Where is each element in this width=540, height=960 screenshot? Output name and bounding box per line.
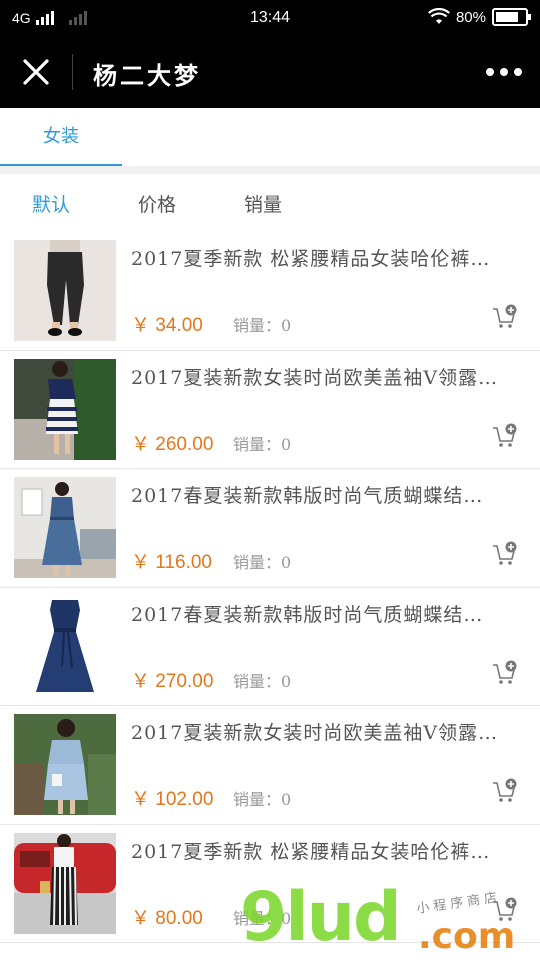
tab-womens-clothing[interactable]: 女装 bbox=[0, 108, 122, 166]
add-to-cart-icon bbox=[493, 660, 517, 684]
product-sales: 销量：0 bbox=[233, 908, 292, 928]
add-to-cart-button[interactable] bbox=[492, 897, 518, 923]
product-image[interactable] bbox=[14, 595, 116, 697]
add-to-cart-button[interactable] bbox=[492, 541, 518, 567]
wifi-icon bbox=[428, 8, 450, 24]
status-bar: 4G 13:44 80% bbox=[0, 0, 540, 36]
product-item[interactable]: 2017夏季新款 松紧腰精品女装哈伦裤… ￥ 80.00 销量：0 bbox=[0, 824, 540, 943]
product-title: 2017夏季新款 松紧腰精品女装哈伦裤… bbox=[131, 248, 491, 270]
product-price: ￥ 270.00 bbox=[131, 670, 214, 692]
add-to-cart-icon bbox=[493, 541, 517, 565]
product-sales: 销量：0 bbox=[233, 434, 292, 454]
product-image[interactable] bbox=[14, 477, 116, 578]
close-icon bbox=[23, 59, 49, 85]
sort-default[interactable]: 默认 bbox=[32, 190, 70, 217]
add-to-cart-icon bbox=[493, 778, 517, 802]
product-title: 2017春夏装新款韩版时尚气质蝴蝶结… bbox=[131, 485, 484, 507]
product-item[interactable]: 2017夏装新款女装时尚欧美盖袖V领露… ￥ 102.00 销量：0 bbox=[0, 706, 540, 825]
product-title: 2017春夏装新款韩版时尚气质蝴蝶结… bbox=[131, 603, 484, 626]
product-sales: 销量：0 bbox=[233, 671, 292, 691]
product-item[interactable]: 2017春夏装新款韩版时尚气质蝴蝶结… ￥ 270.00 销量：0 bbox=[0, 587, 540, 706]
product-sales: 销量：0 bbox=[233, 553, 292, 572]
battery-percent: 80% bbox=[455, 8, 486, 26]
product-price: ￥ 102.00 bbox=[131, 789, 214, 810]
product-list: 2017夏季新款 松紧腰精品女装哈伦裤… ￥ 34.00 销量：0 2017夏装… bbox=[0, 232, 540, 943]
add-to-cart-button[interactable] bbox=[492, 304, 518, 330]
sort-price[interactable]: 价格 bbox=[138, 190, 176, 217]
product-sales: 销量：0 bbox=[233, 790, 292, 809]
nav-divider bbox=[72, 54, 73, 90]
sort-sales[interactable]: 销量 bbox=[244, 190, 282, 217]
add-to-cart-icon bbox=[493, 423, 517, 447]
add-to-cart-icon bbox=[493, 897, 517, 921]
product-item[interactable]: 2017夏装新款女装时尚欧美盖袖V领露… ￥ 260.00 销量：0 bbox=[0, 350, 540, 469]
sort-bar: 默认 价格 销量 bbox=[0, 174, 540, 232]
section-divider bbox=[0, 166, 540, 174]
product-sales: 销量：0 bbox=[233, 316, 292, 335]
product-price: ￥ 34.00 bbox=[131, 315, 203, 336]
product-title: 2017夏季新款 松紧腰精品女装哈伦裤… bbox=[131, 840, 491, 863]
category-tabs: 女装 bbox=[0, 108, 540, 166]
close-button[interactable] bbox=[18, 54, 54, 90]
product-image[interactable] bbox=[14, 832, 116, 934]
add-to-cart-button[interactable] bbox=[492, 660, 518, 686]
product-price: ￥ 260.00 bbox=[131, 433, 214, 455]
product-price: ￥ 80.00 bbox=[131, 907, 203, 929]
product-title: 2017夏装新款女装时尚欧美盖袖V领露… bbox=[131, 366, 499, 389]
add-to-cart-button[interactable] bbox=[492, 778, 518, 804]
product-title: 2017夏装新款女装时尚欧美盖袖V领露… bbox=[131, 722, 499, 744]
product-image[interactable] bbox=[14, 358, 116, 460]
product-item[interactable]: 2017春夏装新款韩版时尚气质蝴蝶结… ￥ 116.00 销量：0 bbox=[0, 469, 540, 588]
add-to-cart-button[interactable] bbox=[492, 423, 518, 449]
product-item[interactable]: 2017夏季新款 松紧腰精品女装哈伦裤… ￥ 34.00 销量：0 bbox=[0, 232, 540, 351]
more-dots-icon bbox=[486, 68, 494, 76]
product-price: ￥ 116.00 bbox=[131, 552, 212, 573]
nav-bar: 杨二大梦 bbox=[0, 36, 540, 108]
product-image[interactable] bbox=[14, 240, 116, 341]
more-button[interactable] bbox=[486, 62, 522, 82]
product-image[interactable] bbox=[14, 714, 116, 815]
page-title: 杨二大梦 bbox=[93, 61, 201, 90]
add-to-cart-icon bbox=[493, 304, 517, 328]
battery-icon bbox=[492, 8, 531, 26]
